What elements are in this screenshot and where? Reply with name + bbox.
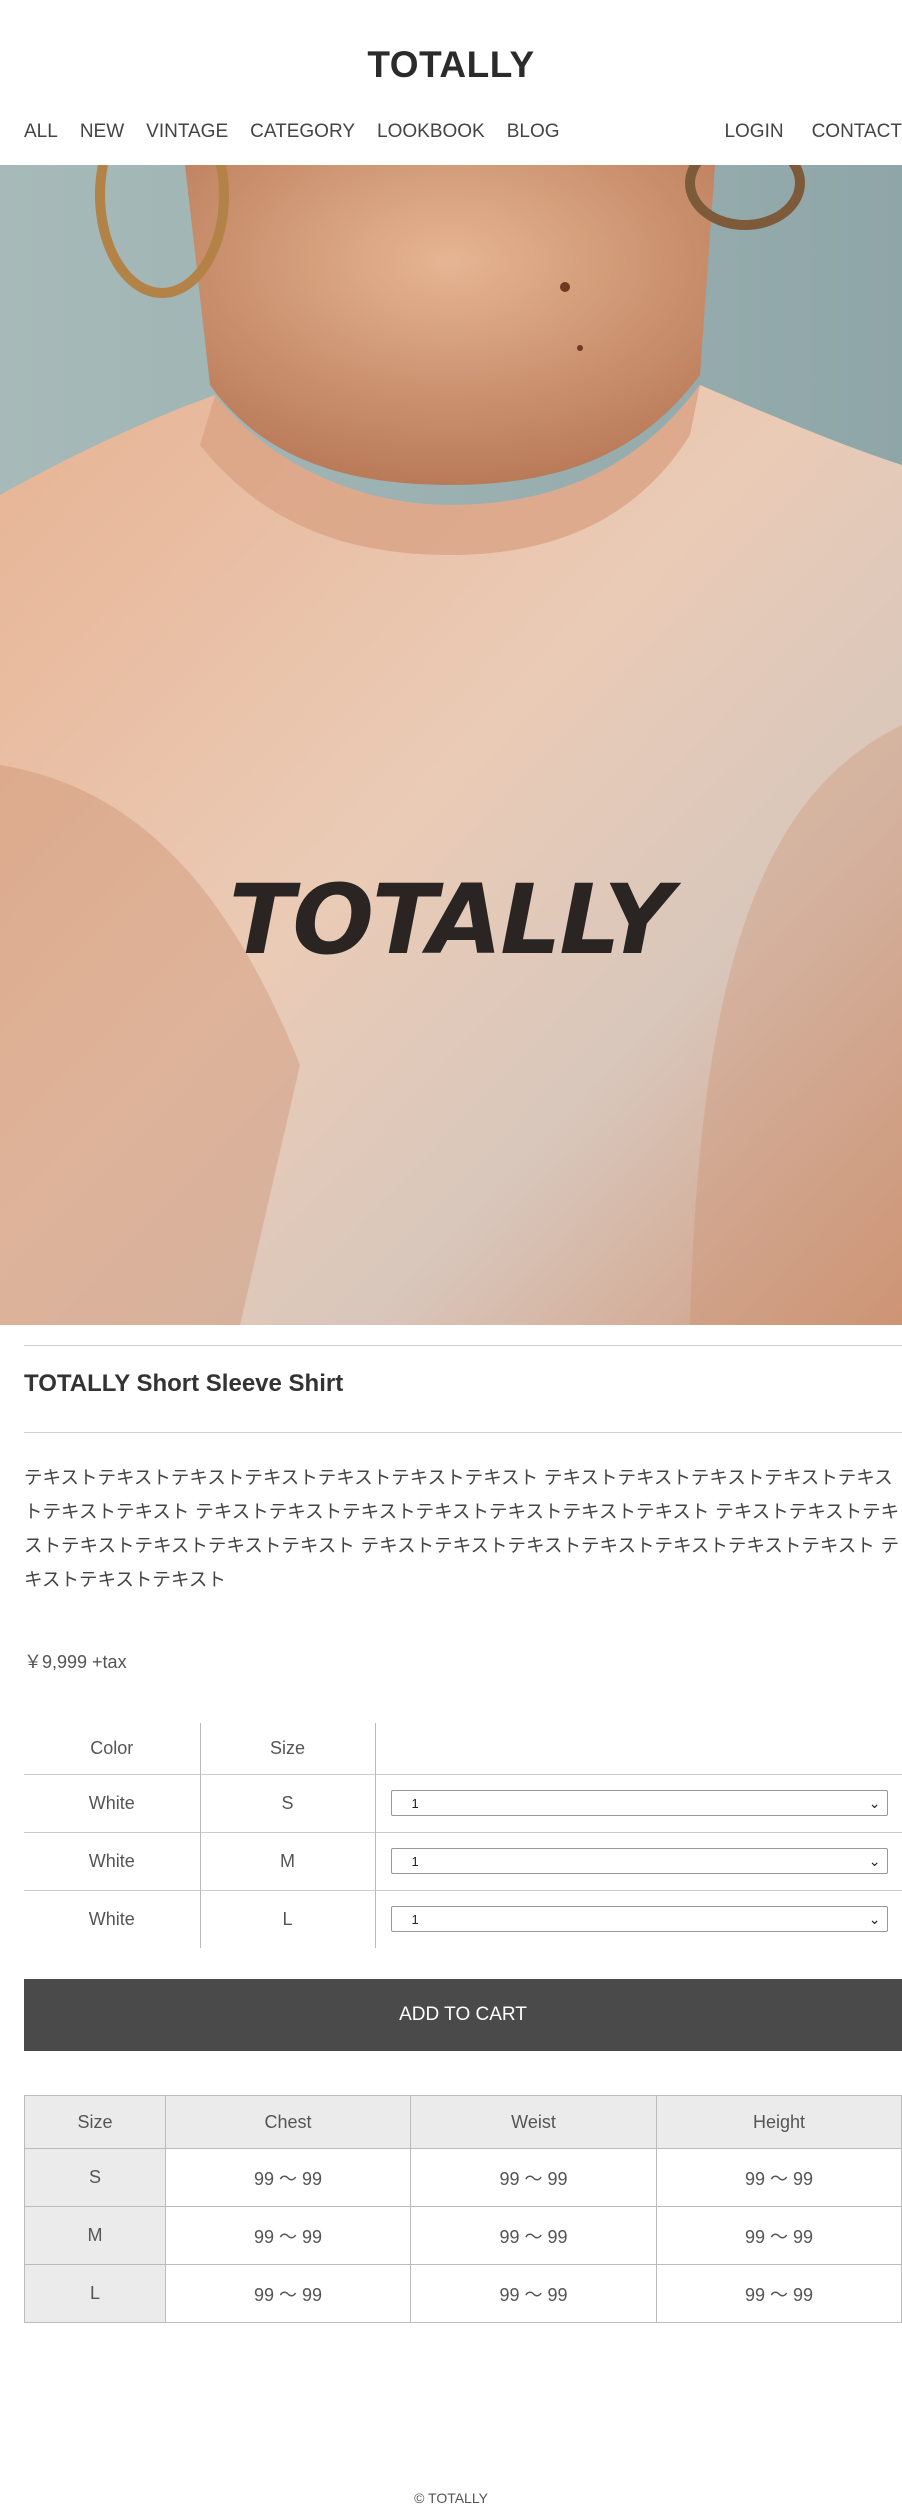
size-chart-size: S (24, 2148, 166, 2207)
product-description: テキストテキストテキストテキストテキストテキストテキスト テキストテキストテキス… (24, 1468, 900, 1591)
size-chart-size: L (24, 2264, 166, 2323)
size-chart-chest: 99 〜 99 (165, 2206, 411, 2265)
quantity-value: 1 (411, 1795, 419, 1811)
quantity-select[interactable]: 1 ⌄ (390, 1848, 888, 1874)
product-title: TOTALLY Short Sleeve Shirt (24, 1370, 344, 1397)
variant-size: L (200, 1889, 376, 1948)
variant-row: White L 1 ⌄ (24, 1889, 902, 1948)
main-nav: ALL NEW VINTAGE CATEGORY LOOKBOOK BLOG (24, 118, 582, 146)
chevron-down-icon: ⌄ (868, 1852, 881, 1869)
size-chart-weist: 99 〜 99 (410, 2264, 657, 2323)
nav-item-lookbook[interactable]: LOOKBOOK (377, 118, 485, 146)
divider (24, 1432, 902, 1433)
footer-copyright: © TOTALLY (414, 2490, 488, 2506)
variant-size: S (200, 1773, 376, 1832)
variant-color: White (24, 1773, 201, 1832)
size-chart-chest: 99 〜 99 (165, 2148, 411, 2207)
nav-item-new[interactable]: NEW (80, 118, 124, 146)
size-chart-size: M (24, 2206, 166, 2265)
chevron-down-icon: ⌄ (868, 1794, 881, 1811)
size-chart-header-size: Size (24, 2095, 166, 2149)
shirt-print-text: TOTALLY (229, 864, 682, 976)
size-chart-weist: 99 〜 99 (410, 2148, 657, 2207)
table-row: S 99 〜 99 99 〜 99 99 〜 99 (24, 2148, 902, 2207)
size-chart-weist: 99 〜 99 (410, 2206, 657, 2265)
add-to-cart-button[interactable]: ADD TO CART (24, 1979, 902, 2051)
nav-item-category[interactable]: CATEGORY (250, 118, 355, 146)
nav-item-all[interactable]: ALL (24, 118, 58, 146)
variant-table: Color Size White S 1 ⌄ White M 1 ⌄ White… (24, 1723, 902, 1948)
nav-item-blog[interactable]: BLOG (507, 118, 560, 146)
nav-item-vintage[interactable]: VINTAGE (146, 118, 228, 146)
table-row: L 99 〜 99 99 〜 99 99 〜 99 (24, 2264, 902, 2323)
table-row: M 99 〜 99 99 〜 99 99 〜 99 (24, 2206, 902, 2265)
quantity-value: 1 (411, 1853, 419, 1869)
size-chart-height: 99 〜 99 (656, 2264, 902, 2323)
variant-header-color: Color (24, 1723, 201, 1774)
utility-nav: LOGIN CONTACT (696, 118, 902, 146)
size-chart-header-height: Height (656, 2095, 902, 2149)
size-chart-header-weist: Weist (410, 2095, 657, 2149)
quantity-select[interactable]: 1 ⌄ (390, 1906, 888, 1933)
size-chart-height: 99 〜 99 (656, 2148, 902, 2207)
variant-header-size: Size (200, 1723, 376, 1774)
site-header: TOTALLY ALL NEW VINTAGE CATEGORY LOOKBOO… (0, 0, 902, 165)
divider (24, 1345, 902, 1346)
variant-row: White S 1 ⌄ (24, 1773, 902, 1832)
variant-header-qty (375, 1723, 902, 1774)
nav-item-contact[interactable]: CONTACT (812, 118, 902, 146)
variant-color: White (24, 1889, 201, 1948)
quantity-select[interactable]: 1 ⌄ (390, 1790, 888, 1816)
product-image: TOTALLY (0, 165, 902, 1325)
size-chart-chest: 99 〜 99 (165, 2264, 411, 2323)
variant-row: White M 1 ⌄ (24, 1831, 902, 1890)
size-chart-table: Size Chest Weist Height S 99 〜 99 99 〜 9… (24, 2095, 902, 2323)
size-chart-height: 99 〜 99 (656, 2206, 902, 2265)
chevron-down-icon: ⌄ (868, 1910, 881, 1927)
variant-size: M (200, 1831, 376, 1890)
product-price: ￥9,999 +tax (24, 1652, 127, 1672)
site-logo[interactable]: TOTALLY (0, 44, 902, 86)
nav-item-login[interactable]: LOGIN (724, 118, 783, 146)
size-chart-header-chest: Chest (165, 2095, 411, 2149)
variant-color: White (24, 1831, 201, 1890)
quantity-value: 1 (411, 1911, 419, 1927)
